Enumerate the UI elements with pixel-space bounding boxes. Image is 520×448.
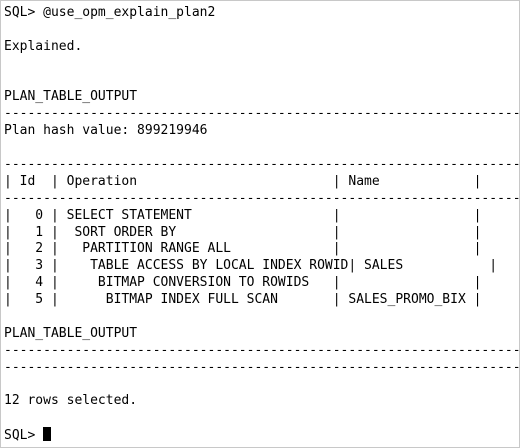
sql-prompt: SQL> [4, 428, 44, 444]
plan-table-row: | 0 | SELECT STATEMENT | | [4, 207, 482, 223]
terminal-line-command: SQL> @use_opm_explain_plan2 [4, 5, 216, 20]
plan-table-output-header: PLAN_TABLE_OUTPUT [4, 325, 138, 341]
sql-prompt-line[interactable]: SQL> [4, 427, 519, 444]
plan-table-row: | 2 | PARTITION RANGE ALL | | [4, 241, 482, 257]
plan-table-header-row: | Id | Operation | Name | [4, 173, 482, 189]
plan-table-border-mid: ----------------------------------------… [4, 190, 520, 206]
text-cursor [43, 427, 52, 442]
separator-line: ----------------------------------------… [4, 106, 520, 122]
plan-table-border-top: ----------------------------------------… [4, 157, 520, 173]
plan-table-row: | 4 | BITMAP CONVERSION TO ROWIDS | | [4, 275, 482, 291]
sqlplus-terminal-window[interactable]: SQL> @use_opm_explain_plan2 Explained. P… [0, 0, 520, 448]
terminal-output: SQL> @use_opm_explain_plan2 Explained. P… [4, 5, 520, 444]
plan-table-output-header: PLAN_TABLE_OUTPUT [4, 89, 138, 105]
plan-hash-value-line: Plan hash value: 899219946 [4, 123, 208, 139]
separator-line: ----------------------------------------… [4, 359, 520, 375]
plan-table-row: | 3 | TABLE ACCESS BY LOCAL INDEX ROWID|… [4, 258, 498, 274]
terminal-line-explained: Explained. [4, 38, 83, 54]
plan-table-row: | 5 | BITMAP INDEX FULL SCAN | SALES_PRO… [4, 292, 482, 308]
rows-selected-line: 12 rows selected. [4, 393, 138, 409]
plan-table-row: | 1 | SORT ORDER BY | | [4, 224, 482, 240]
separator-line: ----------------------------------------… [4, 342, 520, 358]
